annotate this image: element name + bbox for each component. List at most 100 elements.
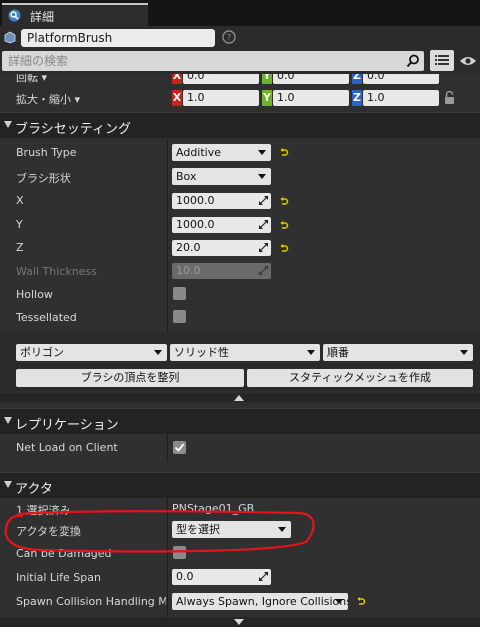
axis-y-badge: Y (262, 90, 272, 106)
help-icon[interactable]: ? (222, 30, 236, 44)
actor-section[interactable]: アクタ (0, 472, 480, 498)
tessellated-checkbox[interactable] (173, 310, 186, 323)
wall-thickness-label: Wall Thickness (16, 265, 97, 278)
y-value: 1000.0 (176, 218, 215, 231)
lock-icon[interactable] (444, 91, 455, 105)
y-label: Y (16, 218, 23, 231)
list-icon (435, 55, 449, 65)
axis-x-badge: X (172, 74, 182, 84)
chevron-down-icon (154, 350, 162, 355)
order-label: 順番 (327, 346, 349, 359)
reset-to-default-icon[interactable] (279, 196, 289, 206)
spawn-collision-value: Always Spawn, Ignore Collisions (176, 595, 348, 608)
chevron-down-icon (335, 599, 343, 604)
drag-spin-icon (259, 220, 268, 229)
rotation-label: 回転 ▾ (16, 74, 48, 84)
reset-to-default-icon[interactable] (279, 147, 289, 157)
wall-thickness-field: 10.0 (172, 263, 271, 279)
brush-type-value: Additive (176, 146, 221, 159)
chevron-down-icon (460, 350, 468, 355)
initial-life-span-value: 0.0 (176, 570, 194, 583)
axis-z-badge: Z (352, 74, 362, 84)
spawn-collision-dropdown[interactable]: Always Spawn, Ignore Collisions (172, 593, 348, 610)
scale-y-field[interactable]: 1.0 (273, 90, 349, 106)
net-load-label: Net Load on Client (16, 441, 118, 454)
brush-settings-section[interactable]: ブラシセッティング (0, 112, 480, 138)
rotation-z-field[interactable]: 0.0 ° (363, 74, 439, 84)
hollow-label: Hollow (16, 288, 53, 301)
brush-settings-title: ブラシセッティング (15, 122, 131, 137)
column-divider (167, 434, 168, 462)
eye-icon[interactable] (459, 55, 477, 67)
scale-row: 拡大・縮小 ▾ X 1.0 Y 1.0 Z 1.0 (0, 86, 480, 111)
actor-title: アクタ (15, 482, 53, 497)
search-input[interactable]: 詳細の検索 (2, 51, 424, 71)
brush-type-dropdown[interactable]: Additive (172, 144, 271, 161)
net-load-checkbox[interactable] (173, 441, 186, 454)
brush-actor-icon (4, 31, 16, 44)
x-field[interactable]: 1000.0 (172, 193, 271, 209)
drag-spin-icon (259, 266, 268, 275)
reset-to-default-icon[interactable] (279, 220, 289, 230)
x-label: X (16, 194, 24, 207)
collapse-arrow-icon (4, 121, 12, 128)
collapse-arrow-icon (4, 481, 12, 488)
collapse-grip[interactable] (0, 393, 480, 402)
chevron-down-icon (258, 150, 266, 155)
reset-to-default-icon[interactable] (356, 596, 366, 606)
drag-spin-icon (259, 243, 268, 252)
brush-shape-value: Box (176, 170, 197, 183)
solidity-dropdown[interactable]: ソリッド性 (170, 344, 320, 361)
scale-label[interactable]: 拡大・縮小 ▾ (16, 91, 80, 107)
z-label: Z (16, 241, 24, 254)
polygon-label: ポリゴン (20, 346, 64, 359)
axis-y-badge: Y (262, 74, 272, 84)
convert-actor-dropdown[interactable]: 型を選択 (172, 521, 291, 538)
spawn-collision-label: Spawn Collision Handling Meth (16, 595, 166, 608)
create-static-mesh-button[interactable]: スタティックメッシュを作成 (247, 369, 473, 387)
tab-title: 詳細 (30, 10, 55, 24)
scale-x-field[interactable]: 1.0 (183, 90, 259, 106)
chevron-down-icon (234, 619, 244, 625)
can-be-damaged-checkbox[interactable] (173, 546, 186, 559)
brush-type-label: Brush Type (16, 146, 77, 159)
tab-details[interactable]: 詳細 (2, 3, 148, 26)
brush-shape-dropdown[interactable]: Box (172, 168, 271, 185)
order-dropdown[interactable]: 順番 (323, 344, 473, 361)
x-value: 1000.0 (176, 194, 215, 207)
scale-z-field[interactable]: 1.0 (363, 90, 439, 106)
selected-count-label: 1 選択済み (16, 504, 71, 517)
align-brush-vertices-button[interactable]: ブラシの頂点を整列 (16, 369, 244, 387)
expand-grip[interactable] (0, 617, 480, 627)
hollow-checkbox[interactable] (173, 287, 186, 300)
brush-settings-body: Brush Type Additive ブラシ形状 Box X 1000.0 Y… (0, 139, 480, 333)
drag-spin-icon (259, 196, 268, 205)
rotation-x-field[interactable]: 0.0 ° (183, 74, 259, 84)
object-name-field[interactable]: PlatformBrush (21, 29, 215, 47)
axis-z-badge: Z (352, 90, 362, 106)
y-field[interactable]: 1000.0 (172, 217, 271, 233)
initial-life-span-field[interactable]: 0.0 (172, 569, 271, 585)
polygon-dropdown[interactable]: ポリゴン (16, 344, 167, 361)
selected-actor-name: PNStage01_GB (172, 502, 255, 515)
solidity-label: ソリッド性 (174, 346, 229, 359)
brush-shape-label: ブラシ形状 (16, 172, 71, 185)
z-field[interactable]: 20.0 (172, 240, 271, 256)
replication-body: Net Load on Client (0, 434, 480, 472)
tab-bar: 詳細 (0, 0, 480, 26)
details-header: PlatformBrush ? 詳細の検索 (0, 26, 480, 74)
svg-text:?: ? (227, 34, 232, 44)
column-divider (167, 139, 168, 333)
rotation-y-field[interactable]: 0.0 ° (273, 74, 349, 84)
brush-tools-panel: ポリゴン ソリッド性 順番 ブラシの頂点を整列 スタティックメッシュを作成 (0, 333, 480, 391)
view-options-button[interactable] (430, 50, 454, 71)
can-be-damaged-label: Can be Damaged (16, 547, 112, 560)
replication-section[interactable]: レプリケーション (0, 408, 480, 434)
reset-to-default-icon[interactable] (279, 243, 289, 253)
replication-title: レプリケーション (15, 418, 119, 433)
search-icon[interactable] (406, 54, 420, 68)
chevron-up-icon (234, 395, 244, 401)
details-icon (8, 9, 21, 22)
rotation-row: 回転 ▾ X 0.0 ° Y 0.0 ° Z 0.0 ° (0, 74, 480, 86)
actor-body: 1 選択済み PNStage01_GB アクタを変換 型を選択 Can be D… (0, 498, 480, 618)
